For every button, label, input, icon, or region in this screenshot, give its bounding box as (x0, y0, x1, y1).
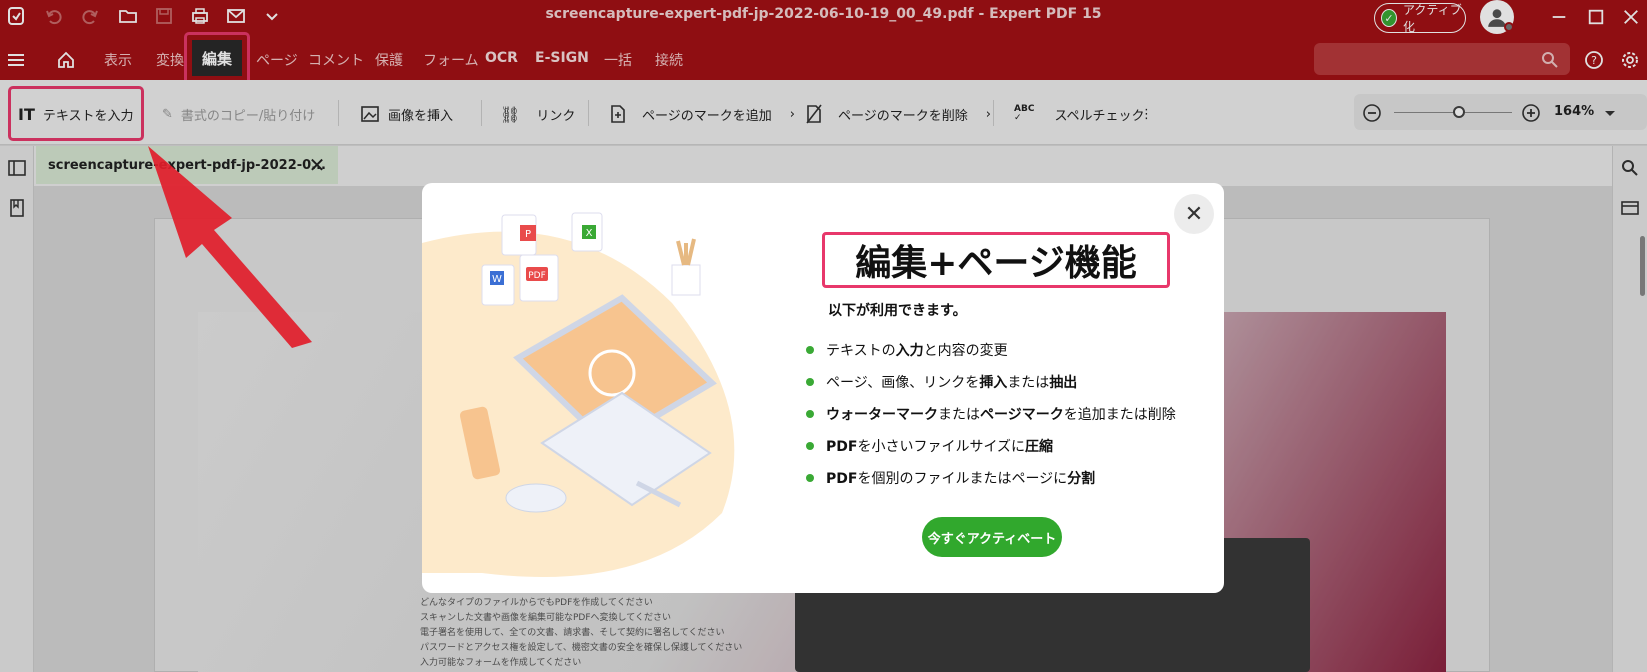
feature-text: または (938, 407, 980, 423)
feature-item: テキストの入力と内容の変更 (806, 340, 1008, 360)
bullet-icon (806, 410, 814, 418)
illustration-x-label: X (586, 228, 593, 239)
feature-bold-text: 圧縮 (1025, 439, 1054, 455)
feature-item: ページ、画像、リンクを挿入または抽出 (806, 372, 1077, 392)
feature-item: PDFを個別のファイルまたはページに分割 (806, 468, 1095, 488)
feature-text: を追加または削除 (1063, 407, 1176, 423)
feature-text: を小さいファイルサイズに (857, 439, 1026, 455)
modal-title-highlight (822, 232, 1170, 288)
bullet-icon (806, 442, 814, 450)
feature-text: テキストの (826, 343, 896, 359)
modal-subtitle: 以下が利用できます。 (828, 303, 967, 319)
feature-text: または (1007, 375, 1050, 391)
feature-bold-text: 挿入 (979, 375, 1008, 391)
illustration-pdf-label: PDF (528, 271, 546, 281)
bullet-icon (806, 474, 814, 482)
feature-text: ページ、画像、リンクを (826, 375, 980, 391)
feature-illustration: P X W PDF (422, 212, 735, 578)
activate-now-button[interactable]: 今すぐアクティベート (922, 517, 1062, 557)
feature-text: と内容の変更 (923, 343, 1008, 359)
feature-bold-text: 入力 (895, 343, 924, 359)
feature-bold-text: PDF (826, 439, 858, 455)
illustration-w-label: W (492, 274, 502, 285)
illustration-p-label: P (525, 229, 531, 240)
bullet-icon (806, 346, 814, 354)
feature-item: PDFを小さいファイルサイズに圧縮 (806, 436, 1053, 456)
feature-bold-text: ウォーターマーク (826, 407, 938, 423)
feature-bold-text: 抽出 (1049, 375, 1078, 391)
feature-item: ウォーターマークまたはページマークを追加または削除 (806, 404, 1176, 424)
bullet-icon (806, 378, 814, 386)
feature-bold-text: ページマーク (980, 407, 1064, 423)
feature-bold-text: 分割 (1067, 471, 1096, 487)
feature-text: を個別のファイルまたはページに (857, 471, 1068, 487)
feature-bold-text: PDF (826, 471, 858, 487)
close-modal-button[interactable]: ✕ (1174, 194, 1214, 234)
